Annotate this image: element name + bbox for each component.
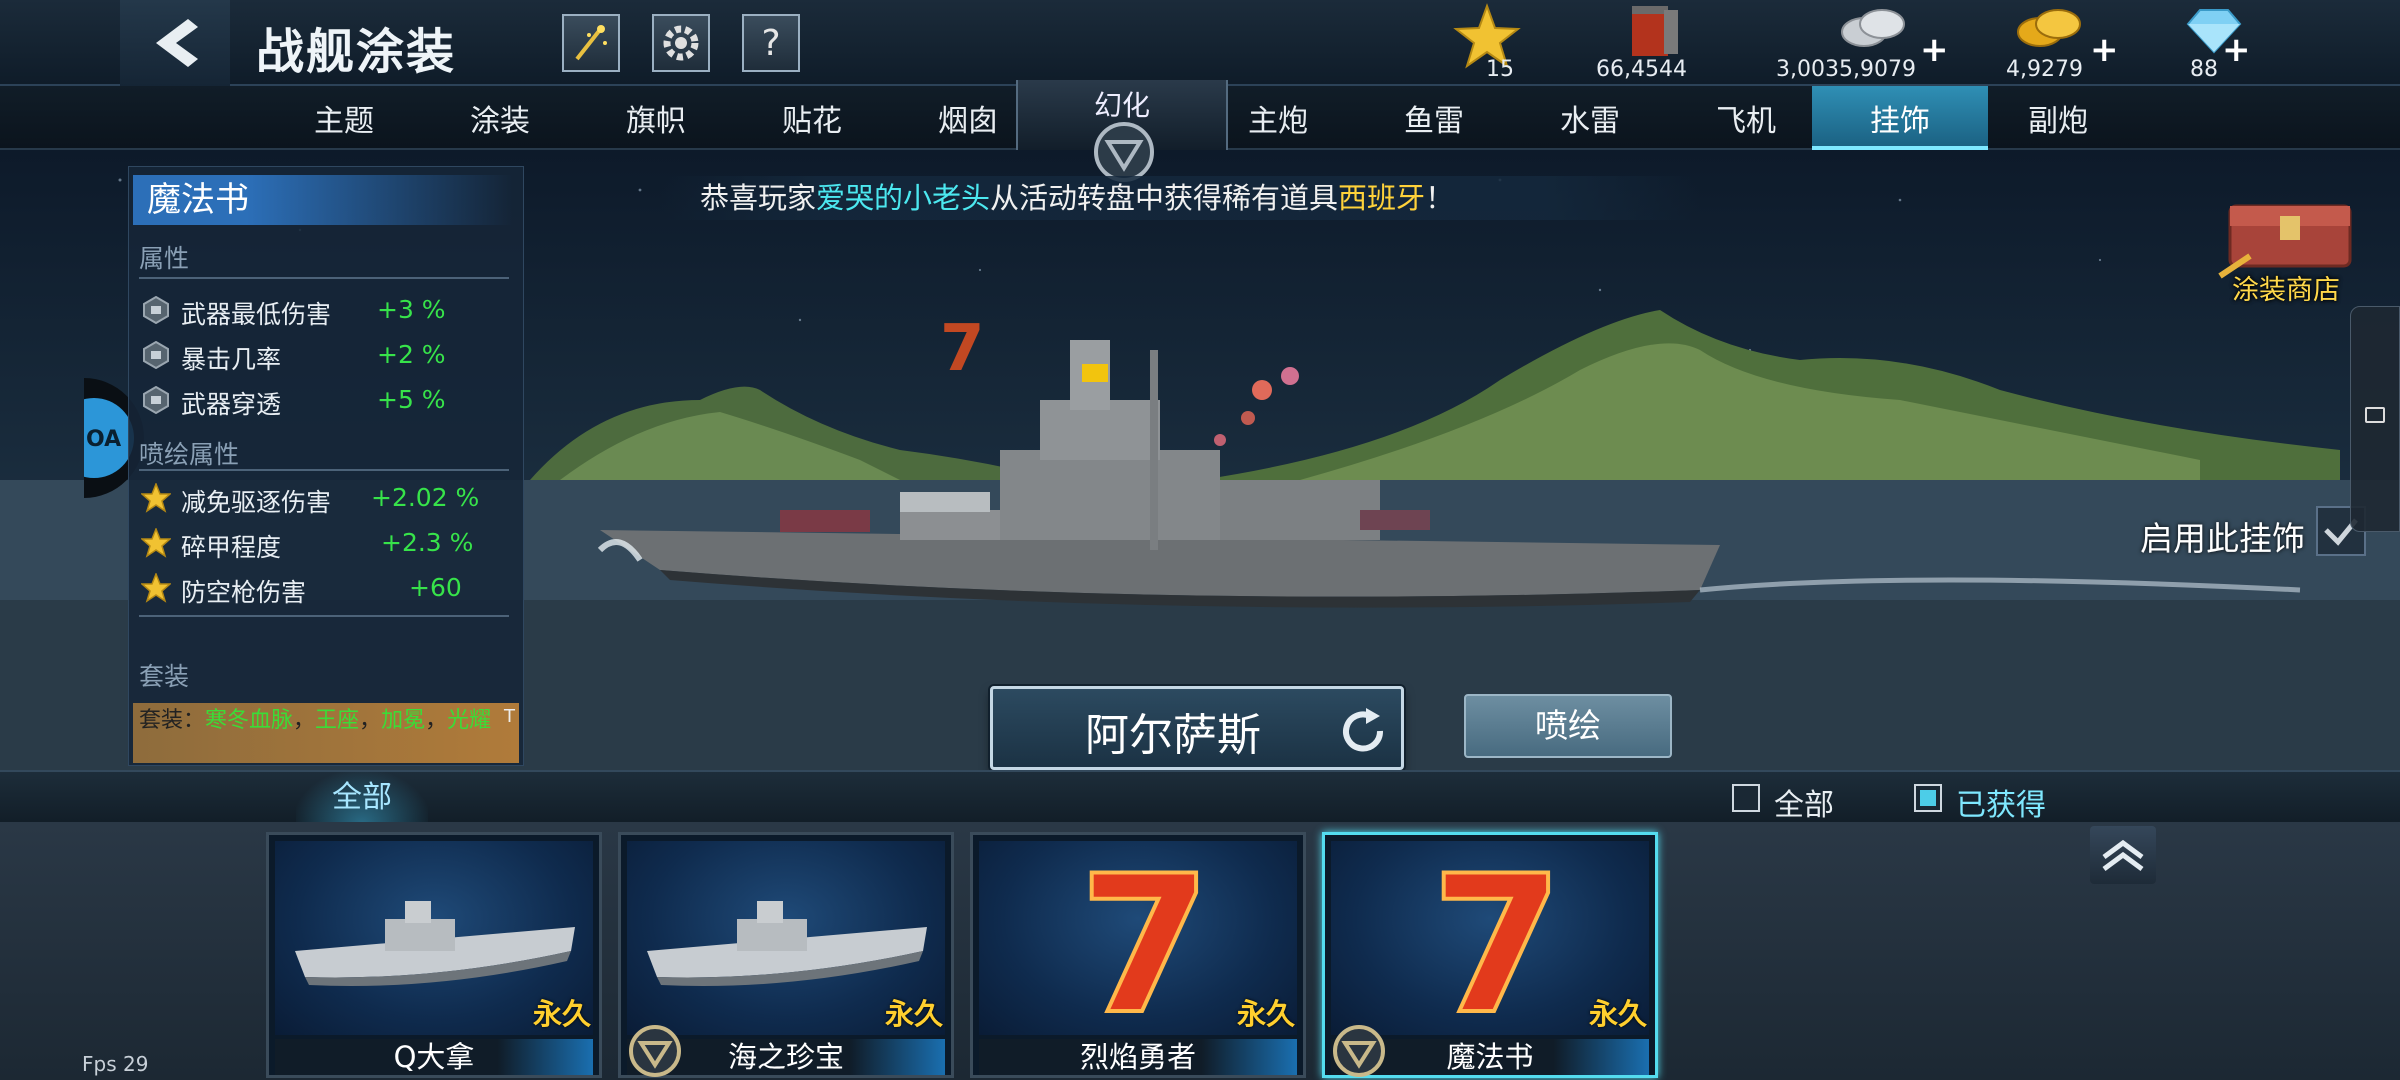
- ship-name: 阿尔萨斯: [1085, 710, 1261, 761]
- gold-star-icon: [141, 483, 171, 513]
- weapon-stat-icon: [141, 295, 171, 325]
- tab-ornament[interactable]: 挂饰: [1812, 86, 1988, 150]
- broadcast-notice: 恭喜玩家爱哭的小老头从活动转盘中获得稀有道具西班牙！: [660, 176, 1700, 220]
- tab-mine[interactable]: 水雷: [1512, 86, 1668, 150]
- top-bar: 战舰涂装 ? 15 66,4544 3,0035,9079 + 4,9279 +…: [0, 0, 2400, 86]
- paint-attribute-row: 防空枪伤害 +60: [137, 569, 517, 609]
- star-resource: 15: [1450, 0, 1530, 86]
- duration-label: 永久: [1236, 997, 1295, 1031]
- silver-coins-icon: [1841, 9, 1905, 47]
- show-all-checkbox[interactable]: [1732, 784, 1760, 812]
- transform-emblem-icon: [629, 1025, 681, 1077]
- tab-flag[interactable]: 旗帜: [578, 86, 734, 150]
- gold-coins-icon: [2017, 9, 2081, 47]
- ornament-title: 魔法书: [133, 175, 513, 225]
- owned-label[interactable]: 已获得: [1956, 780, 2046, 824]
- gold-star-icon: [141, 573, 171, 603]
- divider: [139, 615, 509, 617]
- attribute-row: 武器穿透 +5 %: [137, 381, 517, 421]
- ornament-card[interactable]: 永久 Q大拿: [266, 832, 602, 1078]
- switch-ship-button[interactable]: [1335, 703, 1391, 759]
- question-mark-icon: ?: [761, 22, 781, 64]
- diamond-resource[interactable]: 88 +: [2170, 0, 2280, 86]
- help-button[interactable]: ?: [742, 14, 800, 72]
- attributes-header: 属性: [139, 244, 190, 273]
- suit-tag: T: [504, 706, 515, 727]
- paint-attributes-header: 喷绘属性: [139, 440, 240, 469]
- gear-icon: [663, 25, 699, 61]
- star-count: 15: [1486, 57, 1514, 82]
- attribute-row: 武器最低伤害 +3 %: [137, 291, 517, 331]
- tab-paint[interactable]: 涂装: [422, 86, 578, 150]
- transform-emblem-icon: [1333, 1025, 1385, 1077]
- owned-checkbox[interactable]: [1914, 784, 1942, 812]
- back-button[interactable]: [120, 0, 230, 86]
- ornament-grid: 永久 Q大拿 永久 海之珍宝 7 永久 烈焰勇者 7 永久 魔法书: [0, 822, 2400, 1080]
- diamond-plus-icon[interactable]: +: [2222, 30, 2251, 70]
- window-icon: [2365, 407, 2385, 423]
- oil-resource: 66,4544: [1590, 0, 1720, 86]
- suit-header: 套装: [139, 662, 190, 691]
- settings-button[interactable]: [652, 14, 710, 72]
- duration-label: 永久: [1588, 997, 1647, 1031]
- back-arrow-icon: [156, 19, 198, 67]
- tab-aircraft[interactable]: 飞机: [1668, 86, 1824, 150]
- page-title: 战舰涂装: [256, 24, 457, 80]
- side-drawer-handle[interactable]: [2350, 306, 2400, 532]
- svg-text:7: 7: [940, 312, 985, 386]
- silver-count: 3,0035,9079: [1776, 57, 1916, 82]
- weapon-stat-icon: [141, 340, 171, 370]
- svg-text:OA: OA: [86, 427, 121, 452]
- fps-counter: Fps 29: [82, 1052, 149, 1076]
- ornament-card-selected[interactable]: 7 永久 魔法书: [1322, 832, 1658, 1078]
- tab-decal[interactable]: 贴花: [734, 86, 890, 150]
- divider: [139, 469, 509, 471]
- collapse-button[interactable]: [2090, 826, 2156, 884]
- weapon-stat-icon: [141, 385, 171, 415]
- attribute-row: 暴击几率 +2 %: [137, 336, 517, 376]
- show-all-label[interactable]: 全部: [1774, 780, 1834, 824]
- ornament-card[interactable]: 永久 海之珍宝: [618, 832, 954, 1078]
- tab-transform[interactable]: 幻化: [1016, 80, 1228, 182]
- ornament-info-panel: 魔法书 属性 武器最低伤害 +3 % 暴击几率 +2 % 武器穿透 +5 % 喷…: [128, 166, 524, 766]
- silver-plus-icon[interactable]: +: [1920, 30, 1949, 70]
- suit-description: 套装：寒冬血脉，王座，加冕，光耀 T: [133, 703, 519, 763]
- paint-shop-label: 涂装商店: [2232, 275, 2340, 306]
- notice-item-name: 西班牙: [1338, 181, 1426, 215]
- double-chevron-up-icon: [2102, 839, 2144, 872]
- transform-emblem-icon: [1094, 122, 1154, 182]
- ornament-card[interactable]: 7 永久 烈焰勇者: [970, 832, 1306, 1078]
- svg-text:7: 7: [1431, 841, 1563, 1035]
- gold-resource[interactable]: 4,9279 +: [2000, 0, 2120, 86]
- svg-text:7: 7: [1079, 841, 1211, 1035]
- paint-attribute-row: 减免驱逐伤害 +2.02 %: [137, 479, 517, 519]
- ornament-name: 烈焰勇者: [979, 1039, 1297, 1075]
- tab-transform-label: 幻化: [1093, 89, 1150, 122]
- duration-label: 永久: [532, 997, 591, 1031]
- filter-tab-all[interactable]: 全部: [296, 772, 428, 824]
- duration-label: 永久: [884, 997, 943, 1031]
- refresh-icon: [1343, 708, 1384, 752]
- notice-player-name: 爱哭的小老头: [816, 181, 991, 215]
- spray-paint-button[interactable]: 喷绘: [1464, 694, 1672, 758]
- tab-torpedo[interactable]: 鱼雷: [1356, 86, 1512, 150]
- divider: [139, 277, 509, 279]
- ornament-name: Q大拿: [275, 1039, 593, 1075]
- paint-attribute-row: 碎甲程度 +2.3 %: [137, 524, 517, 564]
- gold-count: 4,9279: [2006, 57, 2083, 82]
- tab-theme[interactable]: 主题: [266, 86, 422, 150]
- tab-secondary-gun[interactable]: 副炮: [1980, 86, 2136, 150]
- fireworks-button[interactable]: [562, 14, 620, 72]
- fireworks-icon: [575, 25, 607, 61]
- diamond-count: 88: [2190, 57, 2218, 82]
- enable-ornament-label: 启用此挂饰: [2140, 519, 2305, 558]
- oil-count: 66,4544: [1596, 57, 1687, 82]
- gold-star-icon: [141, 528, 171, 558]
- filter-bar: 全部 全部 已获得: [0, 770, 2400, 824]
- oil-barrel-icon: [1632, 6, 1678, 56]
- silver-resource[interactable]: 3,0035,9079 +: [1770, 0, 1950, 86]
- ship-selector[interactable]: 阿尔萨斯: [990, 686, 1404, 770]
- gold-plus-icon[interactable]: +: [2090, 30, 2119, 70]
